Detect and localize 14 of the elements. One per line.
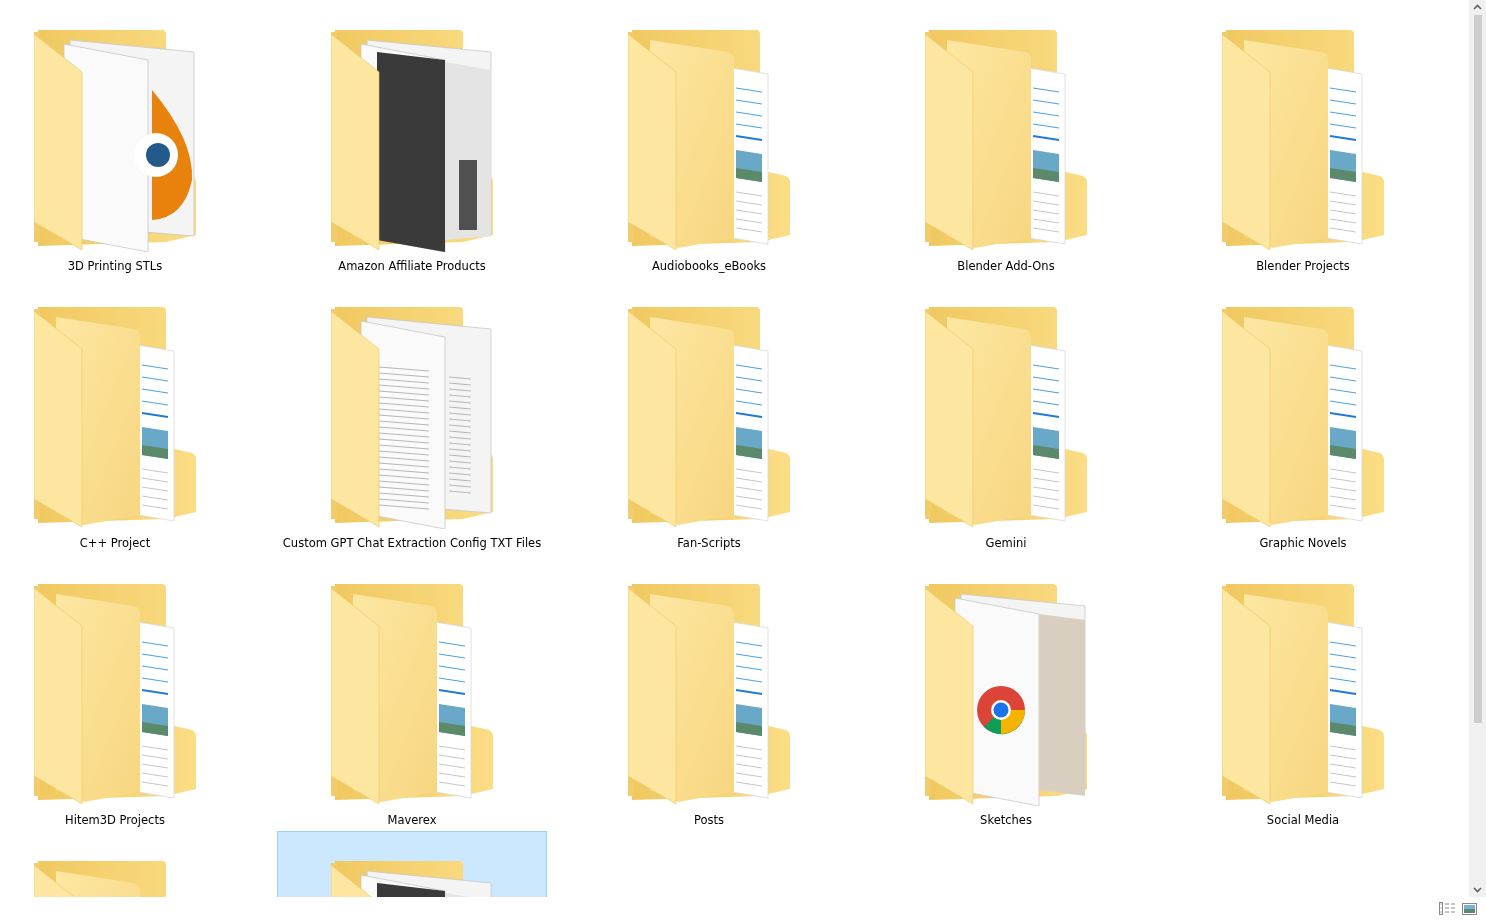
scrollbar-thumb[interactable]: [1473, 15, 1482, 723]
scrollbar[interactable]: [1469, 0, 1486, 897]
folder-name[interactable]: Custom GPT Chat Extraction Config TXT Files: [282, 536, 542, 551]
scroll-up-icon[interactable]: [1473, 4, 1482, 10]
scroll-down-icon[interactable]: [1473, 887, 1482, 893]
folder-name[interactable]: Hitem3D Projects: [65, 813, 165, 828]
folder-name[interactable]: Blender Projects: [1256, 259, 1350, 274]
folder-name[interactable]: Graphic Novels: [1259, 536, 1347, 551]
folder-name[interactable]: C++ Project: [79, 536, 151, 551]
folder-name[interactable]: Fan-Scripts: [677, 536, 741, 551]
large-icons-view-icon[interactable]: [1462, 902, 1477, 915]
folder-name[interactable]: 3D Printing STLs: [67, 259, 163, 274]
folder-name[interactable]: Audiobooks_eBooks: [651, 259, 767, 274]
details-view-icon[interactable]: [1439, 902, 1456, 915]
